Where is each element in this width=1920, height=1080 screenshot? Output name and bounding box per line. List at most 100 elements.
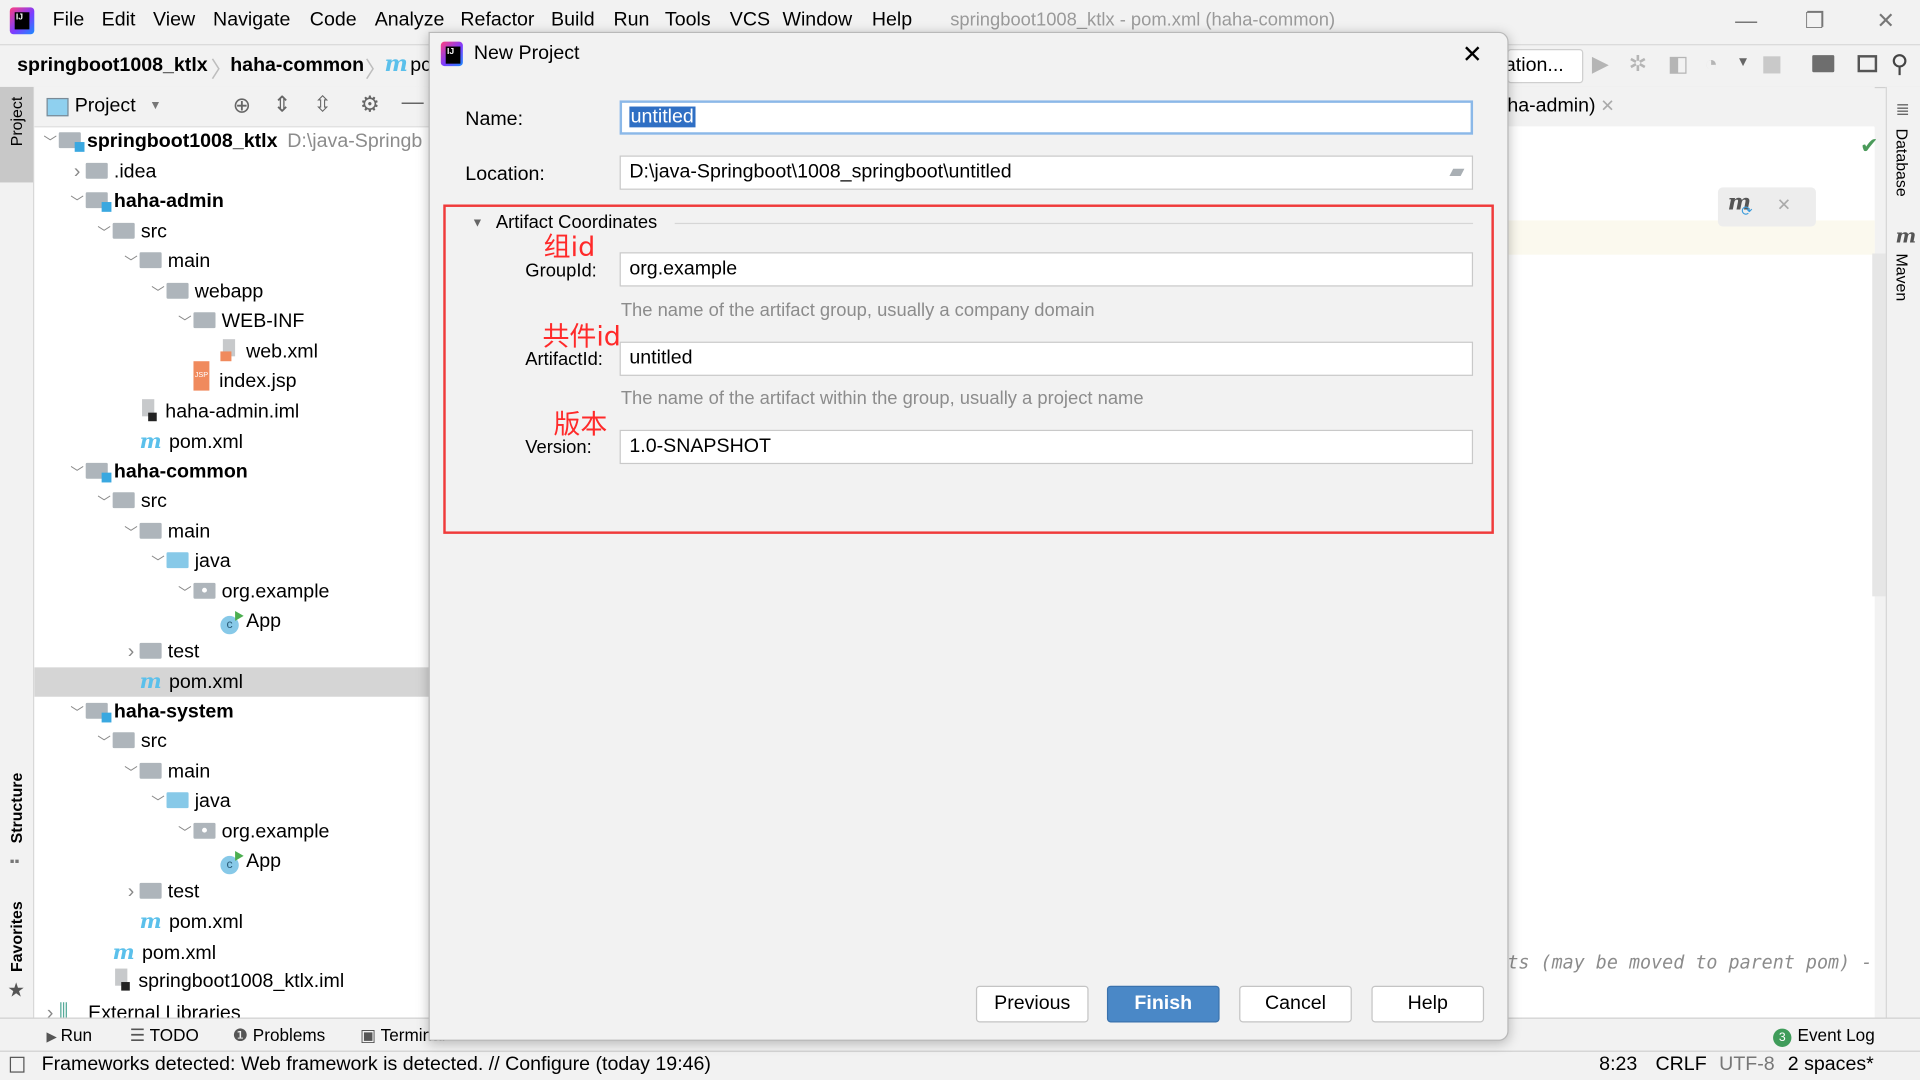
maven-reload-popup[interactable]: m ⟳ ✕ <box>1717 187 1816 227</box>
tree-item[interactable]: ﹀ WEB-INF <box>34 307 428 336</box>
tree-item[interactable]: ﹀ org.example <box>34 817 428 846</box>
tree-item[interactable]: ﹀ haha-admin <box>34 187 428 216</box>
menu-vcs[interactable]: VCS <box>730 10 770 32</box>
tree-item[interactable]: › test <box>34 877 428 906</box>
profile-icon[interactable]: ◔ <box>1704 51 1717 77</box>
menu-window[interactable]: Window <box>782 10 852 32</box>
caret-position[interactable]: 8:23 <box>1599 1054 1637 1076</box>
project-view-label[interactable]: Project <box>75 96 136 118</box>
chevron-down-icon[interactable]: ﹀ <box>69 699 86 728</box>
tree-item[interactable]: ﹀ springboot1008_ktlx D:\java-Springb <box>34 127 428 156</box>
tree-item[interactable]: ﹀ src <box>34 217 428 246</box>
tree-item[interactable]: m pom.xml <box>34 667 429 697</box>
structure-tab[interactable]: Structure <box>7 773 25 844</box>
tree-item[interactable]: ﹀ main <box>34 517 428 546</box>
todo-tool-button[interactable]: ☰ TODO <box>130 1025 199 1046</box>
menu-run[interactable]: Run <box>613 10 649 32</box>
status-message[interactable]: Frameworks detected: Web framework is de… <box>42 1054 711 1076</box>
chevron-down-icon[interactable]: ﹀ <box>122 249 139 278</box>
line-separator[interactable]: CRLF <box>1656 1054 1707 1076</box>
chevron-down-icon[interactable]: ﹀ <box>96 489 113 518</box>
gear-icon[interactable]: ⚙ <box>360 92 380 118</box>
debug-icon[interactable]: ✲ <box>1629 51 1647 77</box>
maven-tab[interactable]: Maven <box>1893 253 1911 301</box>
file-encoding[interactable]: UTF-8 <box>1719 1054 1775 1076</box>
chevron-down-icon[interactable]: ﹀ <box>42 129 59 158</box>
tree-item[interactable]: ﹀ haha-common <box>34 457 428 486</box>
close-window-button[interactable]: ✕ <box>1861 5 1910 37</box>
restore-button[interactable]: ❐ <box>1790 5 1839 37</box>
run-icon[interactable]: ▶ <box>1592 51 1609 77</box>
menu-build[interactable]: Build <box>551 10 595 32</box>
previous-button[interactable]: Previous <box>975 985 1089 1023</box>
menu-edit[interactable]: Edit <box>102 10 136 32</box>
dialog-close-button[interactable]: ✕ <box>1462 39 1483 70</box>
tree-item[interactable]: ﹀ main <box>34 247 428 276</box>
tree-item[interactable]: ﹀ src <box>34 727 428 756</box>
tree-item[interactable]: ﹀ java <box>34 547 428 576</box>
tree-item[interactable]: c App <box>34 847 428 876</box>
coverage-icon[interactable]: ◧ <box>1668 51 1689 77</box>
expand-all-icon[interactable]: ⇕ <box>273 92 291 118</box>
minimize-button[interactable]: — <box>1722 5 1771 37</box>
tree-item[interactable]: haha-admin.iml <box>34 397 428 426</box>
close-popup-icon[interactable]: ✕ <box>1777 195 1791 216</box>
database-tab[interactable]: Database <box>1893 129 1911 197</box>
chevron-right-icon[interactable]: › <box>122 637 139 666</box>
chevron-down-icon[interactable]: ﹀ <box>176 819 193 848</box>
chevron-down-icon[interactable]: ﹀ <box>176 579 193 608</box>
tree-item[interactable]: m pom.xml <box>34 907 428 936</box>
run-config-selector[interactable]: ation... <box>1505 48 1584 84</box>
status-toggle-icon[interactable] <box>9 1056 25 1073</box>
chevron-right-icon[interactable]: › <box>69 157 86 186</box>
artifactid-input[interactable]: untitled <box>619 341 1474 376</box>
version-input[interactable]: 1.0-SNAPSHOT <box>619 429 1474 465</box>
locate-icon[interactable]: ⊕ <box>233 93 251 119</box>
tree-item[interactable]: ﹀ main <box>34 757 428 786</box>
menu-analyze[interactable]: Analyze <box>375 10 445 32</box>
menu-code[interactable]: Code <box>310 10 357 32</box>
chevron-down-icon[interactable]: ﹀ <box>149 279 166 308</box>
stop-icon[interactable] <box>1763 56 1781 74</box>
chevron-down-icon[interactable]: ﹀ <box>176 309 193 338</box>
tree-item[interactable]: m pom.xml <box>34 427 428 456</box>
tree-item[interactable]: ﹀ haha-system <box>34 697 428 726</box>
editor-scrollbar[interactable] <box>1872 253 1886 597</box>
collapse-all-icon[interactable]: ⇳ <box>313 92 331 118</box>
menu-refactor[interactable]: Refactor <box>460 10 534 32</box>
tree-item[interactable]: m pom.xml <box>34 937 428 966</box>
project-structure-icon[interactable] <box>1812 55 1835 73</box>
tree-item[interactable]: ﹀ org.example <box>34 577 428 606</box>
chevron-down-icon[interactable]: ﹀ <box>96 729 113 758</box>
menu-tools[interactable]: Tools <box>665 10 711 32</box>
menu-help[interactable]: Help <box>872 10 912 32</box>
tree-item[interactable]: ﹀ java <box>34 787 428 816</box>
dropdown-icon[interactable]: ▼ <box>1736 55 1749 70</box>
problems-tool-button[interactable]: ❶ Problems <box>233 1025 326 1046</box>
run-tool-button[interactable]: ▶ Run <box>47 1025 93 1045</box>
tree-item[interactable]: › test <box>34 637 428 666</box>
tree-item[interactable]: ﹀ src <box>34 487 428 516</box>
close-tab-icon[interactable]: ✕ <box>1600 96 1614 117</box>
tree-item[interactable]: c App <box>34 607 428 636</box>
chevron-right-icon[interactable]: › <box>122 877 139 906</box>
tree-item[interactable]: web.xml <box>34 337 428 366</box>
collapse-triangle-icon[interactable]: ▼ <box>471 217 483 230</box>
chevron-right-icon[interactable]: › <box>42 999 59 1017</box>
search-icon[interactable]: ⚲ <box>1891 49 1909 80</box>
editor-tab-label[interactable]: ha-admin) <box>1507 96 1595 118</box>
folder-browse-icon[interactable]: ▰ <box>1449 157 1464 189</box>
name-input[interactable]: untitled <box>619 100 1474 135</box>
breadcrumb-project[interactable]: springboot1008_ktlx <box>17 55 208 77</box>
chevron-down-icon[interactable]: ﹀ <box>96 219 113 248</box>
tree-item[interactable]: springboot1008_ktlx.iml <box>34 967 428 996</box>
breadcrumb-module[interactable]: haha-common <box>230 55 364 77</box>
chevron-down-icon[interactable]: ﹀ <box>122 759 139 788</box>
location-input[interactable]: D:\java-Springboot\1008_springboot\untit… <box>619 155 1474 190</box>
event-log-button[interactable]: 3 Event Log <box>1773 1025 1875 1047</box>
tree-item[interactable]: JSP index.jsp <box>34 361 428 396</box>
tree-item[interactable]: › .idea <box>34 157 428 186</box>
help-button[interactable]: Help <box>1371 985 1485 1023</box>
menu-navigate[interactable]: Navigate <box>213 10 290 32</box>
tree-item[interactable]: ﹀ webapp <box>34 277 428 306</box>
